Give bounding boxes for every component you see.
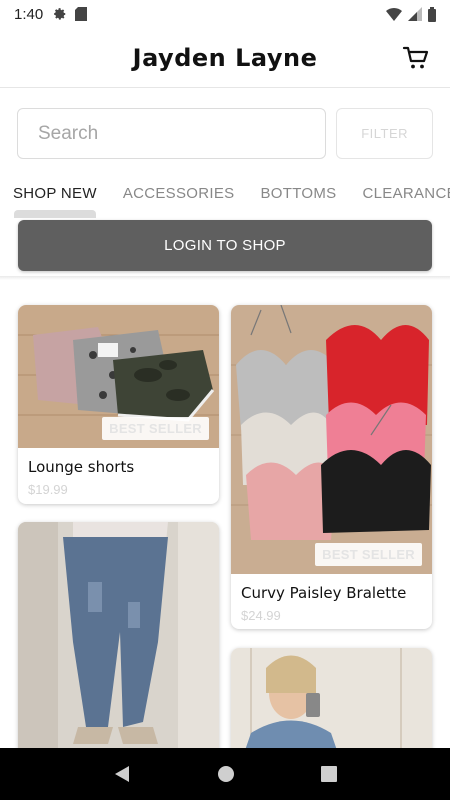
settings-gear-icon <box>54 8 66 20</box>
header-shadow <box>0 276 450 280</box>
status-bar: 1:40 <box>0 0 450 28</box>
product-title: Curvy Paisley Bralette <box>241 584 407 602</box>
product-image[interactable] <box>231 648 432 762</box>
back-icon[interactable] <box>113 765 131 783</box>
product-price: $24.99 <box>241 608 281 623</box>
product-card-lounge-shorts[interactable]: BEST SELLER Lounge shorts $19.99 <box>18 305 219 504</box>
product-title: Lounge shorts <box>28 458 135 476</box>
search-input[interactable] <box>17 108 327 159</box>
filter-button[interactable]: FILTER <box>336 108 433 159</box>
system-navigation-bar <box>0 748 450 800</box>
wifi-icon <box>386 8 402 21</box>
product-card[interactable] <box>18 522 219 762</box>
cell-signal-icon <box>408 7 422 21</box>
status-time: 1:40 <box>14 5 44 23</box>
product-image[interactable]: BEST SELLER <box>231 305 432 574</box>
recents-icon[interactable] <box>321 766 337 782</box>
product-image[interactable]: BEST SELLER <box>18 305 219 448</box>
tab-shop-new[interactable]: SHOP NEW <box>0 185 110 202</box>
search-row: FILTER <box>0 108 450 159</box>
sd-card-icon <box>75 7 88 21</box>
best-seller-badge: BEST SELLER <box>102 417 209 440</box>
tab-clearance[interactable]: CLEARANCE <box>349 185 450 202</box>
login-to-shop-button[interactable]: LOGIN TO SHOP <box>18 220 432 271</box>
best-seller-badge: BEST SELLER <box>315 543 422 566</box>
tab-accessories[interactable]: ACCESSORIES <box>110 185 248 202</box>
product-price: $19.99 <box>28 482 68 497</box>
app-header: Jayden Layne <box>0 28 450 88</box>
category-tabs: SHOP NEW ACCESSORIES BOTTOMS CLEARANCE <box>0 176 450 210</box>
product-card-curvy-paisley-bralette[interactable]: BEST SELLER Curvy Paisley Bralette $24.9… <box>231 305 432 629</box>
home-icon[interactable] <box>217 765 235 783</box>
app-title: Jayden Layne <box>132 43 318 72</box>
active-tab-indicator <box>14 210 96 218</box>
battery-icon <box>428 6 436 22</box>
tab-bottoms[interactable]: BOTTOMS <box>247 185 349 202</box>
shopping-cart-icon[interactable] <box>402 44 430 72</box>
product-image[interactable] <box>18 522 219 762</box>
product-card[interactable] <box>231 648 432 762</box>
